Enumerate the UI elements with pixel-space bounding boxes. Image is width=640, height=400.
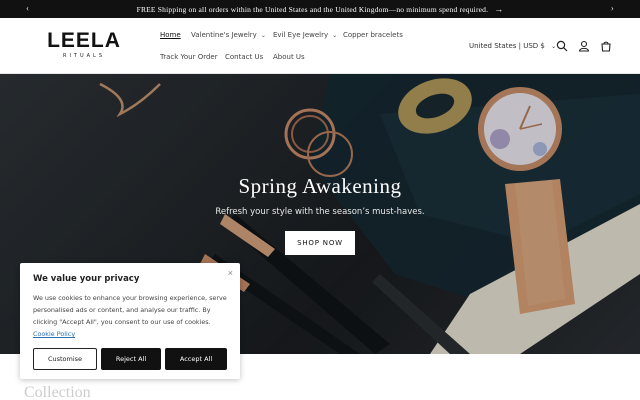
accept-all-button[interactable]: Accept All xyxy=(165,348,227,370)
country-selector[interactable]: United States | USD $ ⌄ xyxy=(469,42,556,50)
chevron-down-icon: ⌄ xyxy=(332,32,338,39)
search-icon[interactable] xyxy=(556,40,568,52)
section-title: Collection xyxy=(24,384,91,400)
account-icon[interactable] xyxy=(578,40,590,52)
chevron-right-icon[interactable]: › xyxy=(611,3,614,13)
reject-all-button[interactable]: Reject All xyxy=(101,348,161,370)
nav-item-contact[interactable]: Contact Us xyxy=(225,53,263,61)
cookie-body: We use cookies to enhance your browsing … xyxy=(33,294,227,338)
cookie-title: We value your privacy xyxy=(33,274,140,284)
nav-item-evil-eye[interactable]: Evil Eye Jewelry ⌄ xyxy=(273,31,337,39)
cart-icon[interactable] xyxy=(600,40,612,52)
nav-item-valentines[interactable]: Valentine's Jewelry ⌄ xyxy=(191,31,266,39)
nav-item-about[interactable]: About Us xyxy=(273,53,305,61)
hero-title: Spring Awakening xyxy=(238,174,402,198)
announcement-text: FREE Shipping on all orders within the U… xyxy=(136,4,489,14)
announcement-bar: ‹ FREE Shipping on all orders within the… xyxy=(0,0,640,18)
chevron-down-icon: ⌄ xyxy=(260,32,266,39)
nav-item-home[interactable]: Home xyxy=(160,31,181,39)
close-icon[interactable]: × xyxy=(228,268,233,278)
logo-tagline: RITUALS xyxy=(62,53,106,59)
nav-item-copper[interactable]: Copper bracelets xyxy=(343,31,403,39)
customise-button[interactable]: Customise xyxy=(33,348,97,370)
cookie-policy-link[interactable]: Cookie Policy xyxy=(33,330,75,338)
chevron-left-icon[interactable]: ‹ xyxy=(26,3,29,13)
arrow-right-icon[interactable]: → xyxy=(494,4,503,14)
shop-now-button[interactable]: SHOP NOW xyxy=(285,231,355,255)
nav-item-track-order[interactable]: Track Your Order xyxy=(160,53,218,61)
logo-wordmark: LEELA xyxy=(47,29,121,52)
hero-subtitle: Refresh your style with the season’s mus… xyxy=(215,207,425,217)
logo[interactable]: LEELA RITUALS xyxy=(44,29,124,59)
site-header: LEELA RITUALS Home Valentine's Jewelry ⌄ … xyxy=(0,18,640,74)
cookie-consent-dialog: × We value your privacy We use cookies t… xyxy=(20,263,240,379)
